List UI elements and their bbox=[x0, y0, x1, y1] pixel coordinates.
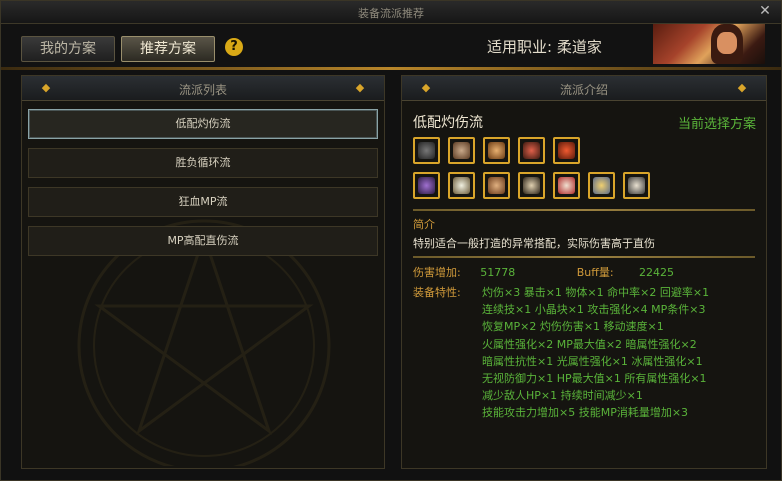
equipment-icons-row2 bbox=[413, 172, 658, 202]
equipment-icons-row1 bbox=[413, 137, 588, 167]
job-label: 适用职业: bbox=[487, 38, 553, 56]
style-intro-panel: ◆ 流派介绍 ◆ 低配灼伤流 当前选择方案 简介 特别适合一般打造的异常搭配，实… bbox=[401, 75, 767, 469]
intro-text: 特别适合一般打造的异常搭配，实际伤害高于直伤 bbox=[413, 237, 655, 250]
features-label: 装备特性: bbox=[413, 286, 461, 299]
golden-gauntlet-icon[interactable] bbox=[588, 172, 615, 199]
features-list: 灼伤×3 暴击×1 物体×1 命中率×2 回避率×1 连续技×1 小晶块×1 攻… bbox=[482, 284, 709, 422]
tan-mask-icon[interactable] bbox=[483, 172, 510, 199]
section-divider bbox=[413, 209, 755, 211]
damage-label: 伤害增加: bbox=[413, 266, 461, 279]
feature-line: 连续技×1 小晶块×1 攻击强化×4 MP条件×3 bbox=[482, 303, 706, 317]
portrait-face bbox=[717, 32, 737, 54]
character-portrait bbox=[653, 24, 765, 64]
style-item-low-burn[interactable]: 低配灼伤流 bbox=[28, 109, 378, 139]
feature-line: 灼伤×3 暴击×1 物体×1 命中率×2 回避率×1 bbox=[482, 286, 710, 299]
style-name: 低配灼伤流 bbox=[413, 115, 483, 131]
job-value: 柔道家 bbox=[556, 38, 602, 56]
right-arrow-icon[interactable]: ◆ bbox=[736, 82, 748, 94]
feature-line: 暗属性抗性×1 光属性强化×1 冰属性强化×1 bbox=[482, 354, 703, 368]
tab-bar: 我的方案 推荐方案 ? 适用职业: 柔道家 bbox=[1, 24, 781, 67]
red-gem-icon[interactable] bbox=[553, 172, 580, 199]
title-bar[interactable]: 装备流派推荐 ✕ bbox=[1, 1, 781, 24]
style-list-panel: ◆ 流派列表 ◆ 低配灼伤流 胜负循环流 狂血MP流 MP高配直伤流 bbox=[21, 75, 385, 469]
gauntlet-icon[interactable] bbox=[448, 137, 475, 164]
fist-icon[interactable] bbox=[483, 137, 510, 164]
job-info: 适用职业: 柔道家 bbox=[487, 36, 602, 57]
feature-line: 减少敌人HP×1 持续时间减少×1 bbox=[482, 389, 643, 403]
purple-armor-icon[interactable] bbox=[413, 172, 440, 199]
right-arrow-icon[interactable]: ◆ bbox=[354, 82, 366, 94]
style-list-title: 流派列表 bbox=[178, 83, 227, 97]
feature-line: 无视防御力×1 HP最大值×1 所有属性强化×1 bbox=[482, 372, 707, 386]
style-item-win-loss-cycle[interactable]: 胜负循环流 bbox=[28, 148, 378, 178]
feature-line: 恢复MP×2 灼伤伤害×1 移动速度×1 bbox=[482, 320, 664, 334]
intro-label: 简介 bbox=[413, 218, 435, 231]
buff-value: 22425 bbox=[639, 266, 675, 279]
section-divider bbox=[413, 256, 755, 258]
style-item-berserk-mp[interactable]: 狂血MP流 bbox=[28, 187, 378, 217]
tab-recommended-plans[interactable]: 推荐方案 bbox=[121, 36, 215, 62]
style-intro-body: 低配灼伤流 当前选择方案 简介 特别适合一般打造的异常搭配，实际伤害高于直伤 伤… bbox=[402, 101, 766, 468]
buff-label: Buff量: bbox=[576, 266, 614, 279]
white-gem-icon[interactable] bbox=[448, 172, 475, 199]
jar-icon[interactable] bbox=[623, 172, 650, 199]
current-plan-link[interactable]: 当前选择方案 bbox=[678, 113, 756, 132]
style-list-header: ◆ 流派列表 ◆ bbox=[22, 76, 384, 101]
window-title: 装备流派推荐 bbox=[358, 7, 424, 20]
stats-row: 伤害增加: 51778 Buff量: 22425 bbox=[413, 264, 674, 280]
helmet-icon[interactable] bbox=[518, 137, 545, 164]
help-icon[interactable]: ? bbox=[225, 38, 243, 56]
header-divider bbox=[1, 67, 781, 70]
style-item-mp-high-direct[interactable]: MP高配直伤流 bbox=[28, 226, 378, 256]
dark-armor-icon[interactable] bbox=[413, 137, 440, 164]
dark-orb-icon[interactable] bbox=[518, 172, 545, 199]
style-intro-title: 流派介绍 bbox=[559, 83, 608, 97]
style-intro-header: ◆ 流派介绍 ◆ bbox=[402, 76, 766, 101]
feature-line: 技能攻击力增加×5 技能MP消耗量增加×3 bbox=[482, 406, 689, 420]
equipment-style-window: 装备流派推荐 ✕ 我的方案 推荐方案 ? 适用职业: 柔道家 ◆ 流派列表 ◆ … bbox=[0, 0, 782, 481]
flame-shield-icon[interactable] bbox=[553, 137, 580, 164]
feature-line: 火属性强化×2 MP最大值×2 暗属性强化×2 bbox=[482, 337, 697, 351]
close-icon[interactable]: ✕ bbox=[757, 3, 773, 19]
damage-value: 51778 bbox=[480, 266, 516, 279]
tab-my-plans[interactable]: 我的方案 bbox=[21, 36, 115, 62]
